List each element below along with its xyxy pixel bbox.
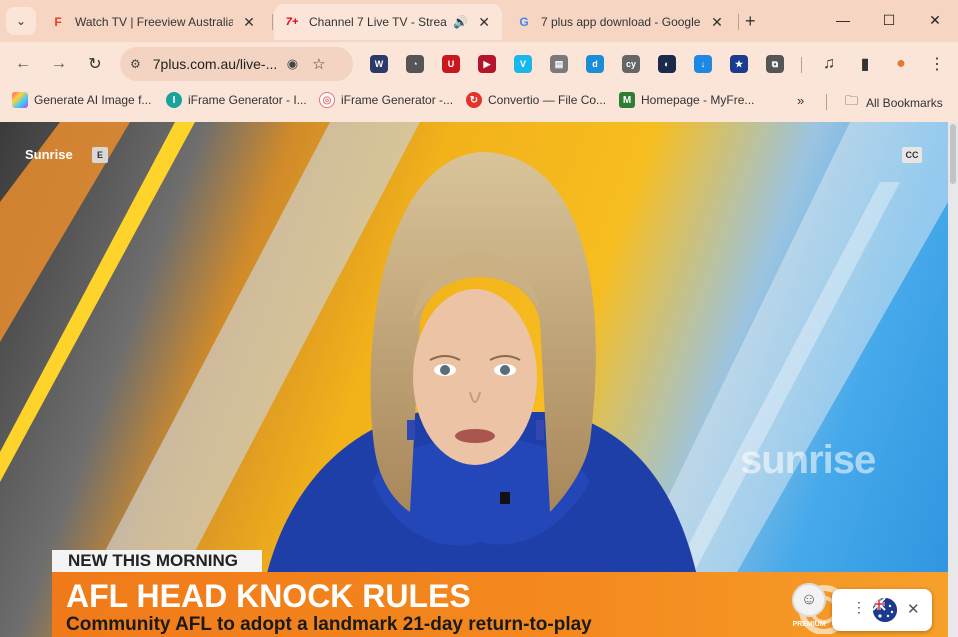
bookmark-item[interactable]: M Homepage - MyFre... (619, 92, 754, 108)
menu-kebab-icon[interactable]: ⋮ (925, 52, 949, 76)
tab-strip: ⌄ F Watch TV | Freeview Australia | ✕ 7+… (0, 0, 958, 42)
tab-close-icon[interactable]: ✕ (709, 14, 725, 31)
close-window-button[interactable]: ✕ (912, 8, 958, 32)
tab-close-icon[interactable]: ✕ (476, 14, 492, 31)
puzzle-icon[interactable]: ⧉ (766, 55, 784, 73)
premium-badge[interactable]: ☺ PREMIUM (789, 583, 829, 637)
sunrise-watermark: sunrise (740, 438, 876, 482)
scrollbar[interactable] (948, 122, 958, 637)
bookmark-label: Generate AI Image f... (34, 93, 152, 107)
video-player[interactable]: sunrise Sunrise E CC NEW THIS MORNING AF… (0, 122, 958, 637)
tab-title: Watch TV | Freeview Australia | (75, 15, 233, 29)
tab-title: 7 plus app download - Google (541, 15, 701, 29)
timer-icon[interactable]: ◔ (406, 55, 424, 73)
dashlane-icon[interactable]: d (586, 55, 604, 73)
dark-mode-icon[interactable]: ◐ (658, 55, 676, 73)
cy-icon[interactable]: cy (622, 55, 640, 73)
tab-title: Channel 7 Live TV - Stream (309, 15, 448, 29)
browser-chrome: ⌄ F Watch TV | Freeview Australia | ✕ 7+… (0, 0, 958, 122)
media-control-icon[interactable]: ♫ (817, 52, 841, 76)
tab-google[interactable]: G 7 plus app download - Google ✕ (506, 4, 738, 40)
all-bookmarks-button[interactable]: 🗀 All Bookmarks (845, 92, 943, 114)
mascot-face-icon: ☺ (792, 583, 826, 617)
bookmark-label: iFrame Generator -... (341, 93, 454, 107)
ublock-icon[interactable]: U (442, 55, 460, 73)
bookmark-item[interactable]: Generate AI Image f... (12, 92, 151, 108)
ai-image-favicon-icon (12, 92, 28, 108)
lower-third-subline: Community AFL to adopt a landmark 21-day… (66, 614, 592, 635)
profile-avatar-icon[interactable]: ● (889, 52, 913, 76)
google-favicon-icon: G (519, 15, 529, 29)
video-frame[interactable]: sunrise Sunrise E CC NEW THIS MORNING AF… (0, 122, 948, 637)
bookmark-star-icon[interactable]: ☆ (312, 55, 325, 73)
bookmark-label: iFrame Generator - I... (188, 93, 307, 107)
vimeo-icon[interactable]: V (514, 55, 532, 73)
premium-label: PREMIUM (792, 621, 826, 628)
bookmark-item[interactable]: ↻ Convertio — File Co... (466, 92, 606, 108)
minimize-button[interactable]: — (820, 8, 866, 32)
toolbar: ← → ↻ ⚙ 7plus.com.au/live-... ◉ ☆ W ◔ U ▶ V ▤… (0, 42, 958, 86)
tab-freeview[interactable]: F Watch TV | Freeview Australia | ✕ (40, 4, 272, 40)
freeview-favicon-icon: F (54, 15, 62, 29)
rating-badge: E (92, 147, 108, 163)
channel-logo: Sunrise (25, 147, 73, 162)
reload-button[interactable]: ↻ (83, 52, 107, 76)
tab-close-icon[interactable]: ✕ (241, 14, 257, 31)
folder-icon: 🗀 (845, 93, 859, 108)
iframe-generator-favicon-icon: ◎ (319, 92, 335, 108)
new-tab-button[interactable]: + (745, 11, 756, 32)
site-info-icon[interactable]: ⚙ (130, 57, 141, 71)
eye-slash-icon[interactable]: ◉ (287, 56, 298, 72)
tab-channel7[interactable]: 7+ Channel 7 Live TV - Stream 🔊 ✕ (274, 4, 502, 40)
side-panel-icon[interactable]: ▮ (853, 52, 877, 76)
bookmark-item[interactable]: ◎ iFrame Generator -... (319, 92, 453, 108)
iframe-favicon-icon: I (166, 92, 182, 108)
lower-third-tag: NEW THIS MORNING (52, 550, 262, 572)
more-bookmarks-icon[interactable]: » (797, 93, 804, 108)
bookmark-item[interactable]: I iFrame Generator - I... (166, 92, 307, 108)
vpn-flag-icon[interactable]: ★ (730, 55, 748, 73)
australia-flag-icon[interactable] (873, 598, 897, 622)
bookmarks-bar: Generate AI Image f... I iFrame Generato… (0, 88, 958, 114)
myfreecams-favicon-icon: M (619, 92, 635, 108)
all-bookmarks-label: All Bookmarks (866, 96, 943, 110)
pocket-icon[interactable]: ▶ (478, 55, 496, 73)
webp-icon[interactable]: W (370, 55, 388, 73)
screenshot-icon[interactable]: ▤ (550, 55, 568, 73)
popup-close-icon[interactable]: ✕ (907, 600, 920, 618)
popup-menu-icon[interactable]: ⋮ (852, 599, 866, 616)
maximize-button[interactable]: ☐ (866, 8, 912, 32)
bookmark-label: Homepage - MyFre... (641, 93, 755, 107)
7plus-favicon-icon: 7+ (285, 16, 299, 28)
address-bar[interactable]: ⚙ 7plus.com.au/live-... ◉ ☆ (120, 47, 353, 81)
download-icon[interactable]: ↓ (694, 55, 712, 73)
forward-button[interactable]: → (47, 52, 71, 76)
speaker-icon[interactable]: 🔊 (453, 15, 468, 29)
lower-third-headline: AFL HEAD KNOCK RULES (66, 578, 471, 614)
bookmark-label: Convertio — File Co... (488, 93, 607, 107)
url-text[interactable]: 7plus.com.au/live-... (153, 56, 277, 72)
back-button[interactable]: ← (11, 52, 35, 76)
vpn-popup: ⋮ ✕ (832, 589, 932, 631)
convertio-favicon-icon: ↻ (466, 92, 482, 108)
tab-search-button[interactable]: ⌄ (6, 7, 36, 35)
closed-captions-button[interactable]: CC (902, 147, 922, 163)
chevron-down-icon: ⌄ (15, 14, 27, 28)
